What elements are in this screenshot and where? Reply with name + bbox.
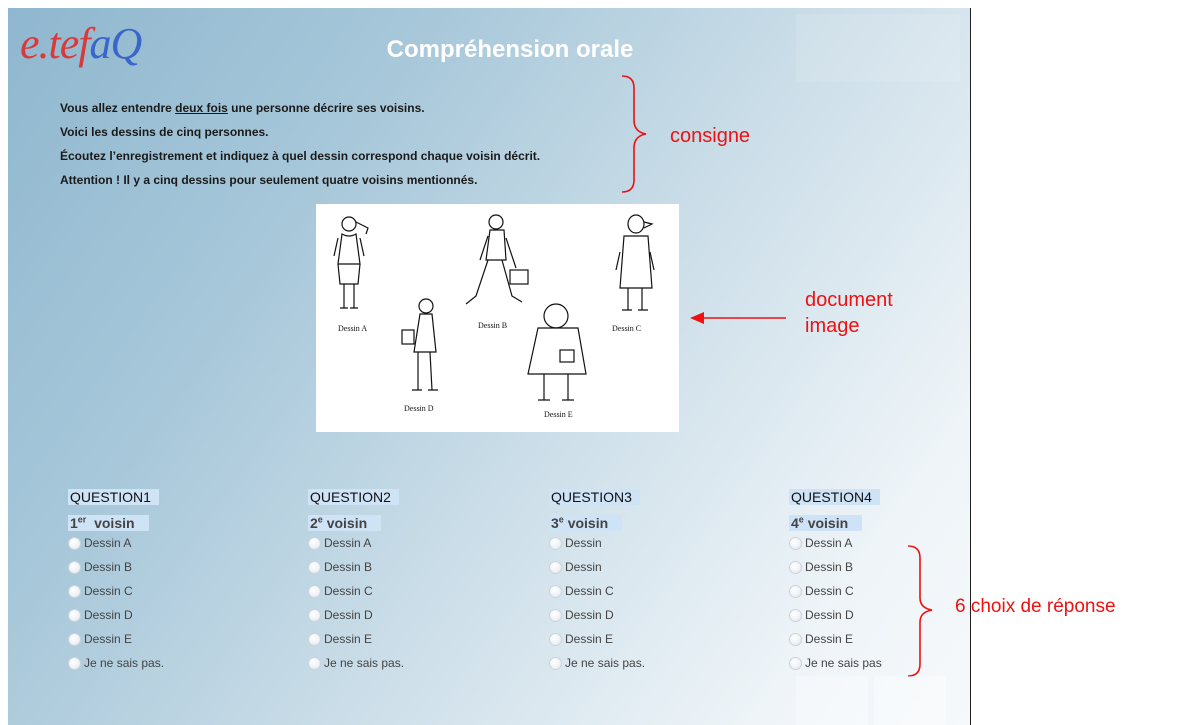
question-1: QUESTION1 1er voisin Dessin A Dessin B D… <box>68 489 268 675</box>
instruction-line-2: Voici les dessins de cinq personnes. <box>60 125 269 139</box>
radio-button[interactable] <box>68 560 81 574</box>
option-dessin-a[interactable]: Dessin A <box>308 531 508 555</box>
radio-button[interactable] <box>789 536 802 550</box>
document-arrow <box>690 312 786 324</box>
option-dessin-e[interactable]: Dessin E <box>68 627 268 651</box>
radio-button[interactable] <box>68 608 81 622</box>
question-heading: QUESTION4 <box>789 489 989 507</box>
option-dessin-e[interactable]: Dessin E <box>789 627 989 651</box>
question-4: QUESTION4 4e voisin Dessin A Dessin B De… <box>789 489 989 675</box>
radio-button[interactable] <box>549 536 562 550</box>
option-dessin-e[interactable]: Dessin E <box>549 627 749 651</box>
consigne-annotation: consigne <box>670 125 751 147</box>
option-dessin-c[interactable]: Dessin C <box>549 579 749 603</box>
radio-button[interactable] <box>549 632 562 646</box>
drawing-label-d: Dessin D <box>404 404 434 413</box>
radio-button[interactable] <box>789 608 802 622</box>
choices-brace <box>907 545 933 677</box>
radio-button[interactable] <box>308 608 321 622</box>
question-3: QUESTION3 3e voisin Dessin Dessin Dessin… <box>549 489 749 675</box>
radio-button[interactable] <box>308 560 321 574</box>
option-dessin-a[interactable]: Dessin <box>549 531 749 555</box>
drawing-label-e: Dessin E <box>544 410 573 419</box>
question-number-highlight: QUESTION3 <box>549 489 640 505</box>
neighbour-label: 3e voisin <box>549 507 749 531</box>
neighbour-label: 1er voisin <box>68 507 268 531</box>
question-number-highlight: QUESTION4 <box>789 489 880 505</box>
option-je-ne-sais-pas[interactable]: Je ne sais pas. <box>308 651 508 675</box>
option-dessin-d[interactable]: Dessin D <box>549 603 749 627</box>
question-2: QUESTION2 2e voisin Dessin A Dessin B De… <box>308 489 508 675</box>
option-je-ne-sais-pas[interactable]: Je ne sais pas. <box>68 651 268 675</box>
radio-button[interactable] <box>549 656 562 670</box>
instructions: Vous allez entendre deux fois une person… <box>60 96 540 192</box>
radio-button[interactable] <box>549 584 562 598</box>
instruction-line-4: Attention ! Il y a cinq dessins pour seu… <box>60 173 478 187</box>
drawing-label-a: Dessin A <box>338 324 368 333</box>
option-dessin-b[interactable]: Dessin B <box>789 555 989 579</box>
radio-button[interactable] <box>68 632 81 646</box>
neighbour-label: 2e voisin <box>308 507 508 531</box>
radio-button[interactable] <box>789 656 802 670</box>
option-dessin-b[interactable]: Dessin B <box>68 555 268 579</box>
drawing-label-b: Dessin B <box>478 321 508 330</box>
consigne-brace <box>621 75 647 193</box>
radio-button[interactable] <box>308 656 321 670</box>
question-heading: QUESTION1 <box>68 489 268 507</box>
option-dessin-c[interactable]: Dessin C <box>68 579 268 603</box>
decorative-square <box>874 676 946 725</box>
radio-button[interactable] <box>308 632 321 646</box>
choices-annotation: 6 choix de réponse <box>955 596 1116 617</box>
page-title: Compréhension orale <box>386 36 634 63</box>
radio-button[interactable] <box>68 656 81 670</box>
radio-button[interactable] <box>68 536 81 550</box>
question-heading: QUESTION2 <box>308 489 508 507</box>
document-image: Dessin A Dessin B Dessin C Dessin D Dess… <box>316 204 679 432</box>
five-drawings-illustration <box>333 214 655 401</box>
neighbour-label: 4e voisin <box>789 507 989 531</box>
option-dessin-a[interactable]: Dessin A <box>68 531 268 555</box>
radio-button[interactable] <box>789 584 802 598</box>
question-heading: QUESTION3 <box>549 489 749 507</box>
option-dessin-d[interactable]: Dessin D <box>68 603 268 627</box>
option-dessin-a[interactable]: Dessin A <box>789 531 989 555</box>
option-dessin-b[interactable]: Dessin B <box>308 555 508 579</box>
drawing-label-c: Dessin C <box>612 324 642 333</box>
question-number-highlight: QUESTION1 <box>68 489 159 505</box>
option-dessin-d[interactable]: Dessin D <box>308 603 508 627</box>
option-dessin-c[interactable]: Dessin C <box>308 579 508 603</box>
option-dessin-b[interactable]: Dessin <box>549 555 749 579</box>
radio-button[interactable] <box>68 584 81 598</box>
etefaq-logo: e.tefaQ <box>20 19 142 68</box>
radio-button[interactable] <box>308 536 321 550</box>
instruction-line-3: Écoutez l’enregistrement et indiquez à q… <box>60 149 541 163</box>
radio-button[interactable] <box>549 560 562 574</box>
option-je-ne-sais-pas[interactable]: Je ne sais pas <box>789 651 989 675</box>
option-je-ne-sais-pas[interactable]: Je ne sais pas. <box>549 651 749 675</box>
radio-button[interactable] <box>789 632 802 646</box>
document-annotation: document image <box>805 289 893 337</box>
radio-button[interactable] <box>789 560 802 574</box>
question-number-highlight: QUESTION2 <box>308 489 399 505</box>
decorative-square <box>796 676 868 725</box>
instruction-line-1: Vous allez entendre deux fois une person… <box>60 101 425 115</box>
radio-button[interactable] <box>308 584 321 598</box>
option-dessin-e[interactable]: Dessin E <box>308 627 508 651</box>
header-decoration <box>796 14 960 82</box>
radio-button[interactable] <box>549 608 562 622</box>
